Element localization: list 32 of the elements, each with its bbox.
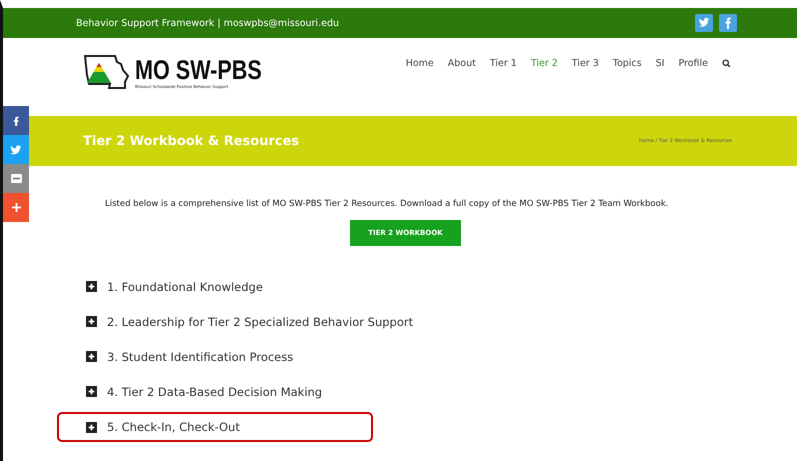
nav-link[interactable]: About bbox=[448, 58, 476, 69]
expand-icon[interactable] bbox=[86, 386, 97, 397]
nav-link[interactable]: Profile bbox=[678, 58, 708, 69]
nav-link[interactable]: Topics bbox=[612, 58, 642, 69]
expand-icon[interactable] bbox=[86, 281, 97, 292]
twitter-share-button[interactable] bbox=[3, 135, 29, 164]
page-title: Tier 2 Workbook & Resources bbox=[83, 134, 300, 148]
nav-link[interactable]: Home bbox=[406, 58, 434, 69]
top-bar-text: Behavior Support Framework | moswpbs@missouri.edu bbox=[76, 18, 339, 28]
section-item[interactable]: 1. Foundational Knowledge bbox=[57, 269, 373, 304]
expand-icon[interactable] bbox=[86, 422, 97, 432]
intro-text: Listed below is a comprehensive list of MO SW-PBS Tier 2 Resources. Download a full copy of the MO SW-PBS Tier 2 Team Workbook. bbox=[105, 199, 668, 209]
nav-link[interactable]: Tier 2 bbox=[530, 58, 558, 69]
search-icon[interactable] bbox=[722, 59, 731, 68]
facebook-icon[interactable] bbox=[719, 14, 737, 32]
section-item[interactable]: 2. Leadership for Tier 2 Specialized Behavior Support bbox=[57, 304, 424, 339]
highlighted-section-item[interactable]: 5. Check-In, Check-Out bbox=[57, 412, 373, 442]
twitter-icon bbox=[10, 144, 22, 154]
nav-link[interactable]: SI bbox=[656, 58, 664, 69]
expand-icon[interactable] bbox=[86, 351, 97, 362]
email-share-button[interactable] bbox=[3, 164, 29, 193]
nav-link[interactable]: Tier 1 bbox=[490, 58, 517, 69]
plus-icon bbox=[12, 203, 20, 212]
section-item[interactable]: 3. Student Identification Process bbox=[57, 339, 373, 374]
section-item[interactable]: 4. Tier 2 Data-Based Decision Making bbox=[57, 374, 373, 409]
email-icon bbox=[10, 174, 22, 183]
facebook-icon bbox=[12, 114, 20, 126]
more-share-button[interactable] bbox=[3, 193, 29, 222]
facebook-share-button[interactable] bbox=[3, 106, 29, 135]
expand-icon[interactable] bbox=[86, 316, 97, 327]
twitter-icon[interactable] bbox=[695, 14, 713, 32]
nav-link[interactable]: Tier 3 bbox=[572, 58, 599, 69]
